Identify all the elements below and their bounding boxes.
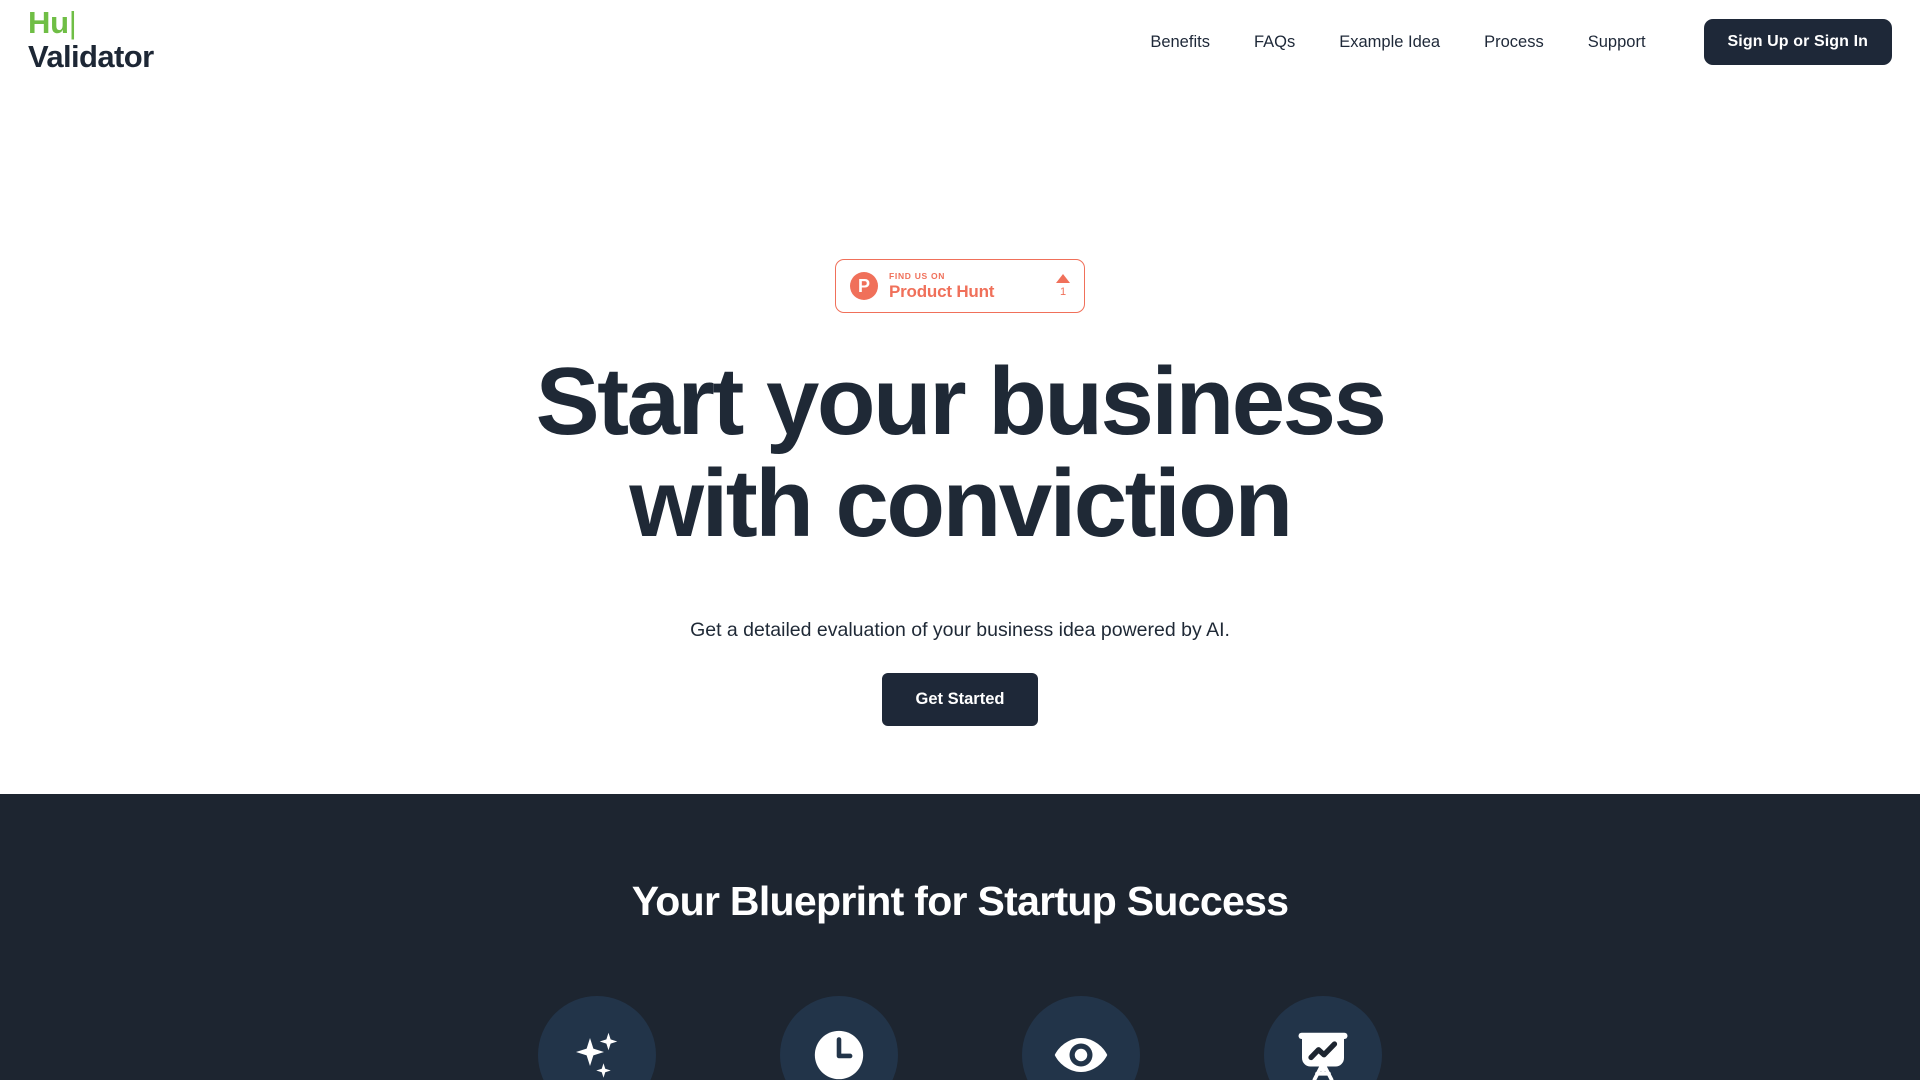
feature-icons-row [538,996,1382,1080]
feature-icon-circle [1264,996,1382,1080]
feature-item-ai[interactable] [538,996,656,1080]
brand-logo-line2: Validator [28,39,154,74]
blueprint-section-title: Your Blueprint for Startup Success [631,878,1289,924]
product-hunt-badge[interactable]: P FIND US ON Product Hunt 1 [835,259,1085,313]
main-navigation: Benefits FAQs Example Idea Process Suppo… [1128,19,1892,65]
sparkles-icon [567,1025,627,1080]
site-header: Hu| Validator Benefits FAQs Example Idea… [0,0,1920,100]
feature-icon-circle [538,996,656,1080]
product-hunt-title: Product Hunt [889,282,995,302]
nav-link-process[interactable]: Process [1462,31,1566,53]
feature-item-growth[interactable] [1264,996,1382,1080]
eye-icon [1051,1025,1111,1080]
product-hunt-text: FIND US ON Product Hunt [889,272,1048,301]
brand-logo-text-hu: Hu [28,5,69,40]
brand-logo-line1: Hu| [28,6,154,40]
hero-subtitle: Get a detailed evaluation of your busine… [690,618,1230,641]
brand-logo[interactable]: Hu| Validator [28,6,154,74]
hero-title-line1: Start your business [535,348,1387,455]
nav-link-benefits[interactable]: Benefits [1128,31,1232,53]
sign-up-or-sign-in-button[interactable]: Sign Up or Sign In [1703,19,1892,65]
feature-icon-circle [1022,996,1140,1080]
text-cursor-icon: | [68,5,77,40]
get-started-button[interactable]: Get Started [881,672,1039,726]
product-hunt-upvote[interactable]: 1 [1056,274,1070,298]
triangle-up-icon [1056,274,1070,283]
nav-link-example-idea[interactable]: Example Idea [1317,31,1462,53]
feature-icon-circle [780,996,898,1080]
presentation-chart-icon [1293,1025,1353,1080]
blueprint-section: Your Blueprint for Startup Success [0,794,1920,1080]
hero-section: P FIND US ON Product Hunt 1 Start your b… [0,100,1920,794]
hero-title-line2: with conviction [629,449,1293,557]
feature-item-insight[interactable] [1022,996,1140,1080]
hero-title: Start your business with conviction [535,348,1387,557]
feature-item-time[interactable] [780,996,898,1080]
nav-link-faqs[interactable]: FAQs [1232,31,1317,53]
product-hunt-upvote-count: 1 [1059,286,1067,298]
nav-link-support[interactable]: Support [1566,31,1668,53]
product-hunt-kicker: FIND US ON [889,270,946,281]
product-hunt-logo-icon: P [850,272,878,300]
clock-icon [810,1026,868,1080]
landing-page: Hu| Validator Benefits FAQs Example Idea… [0,0,1920,1080]
